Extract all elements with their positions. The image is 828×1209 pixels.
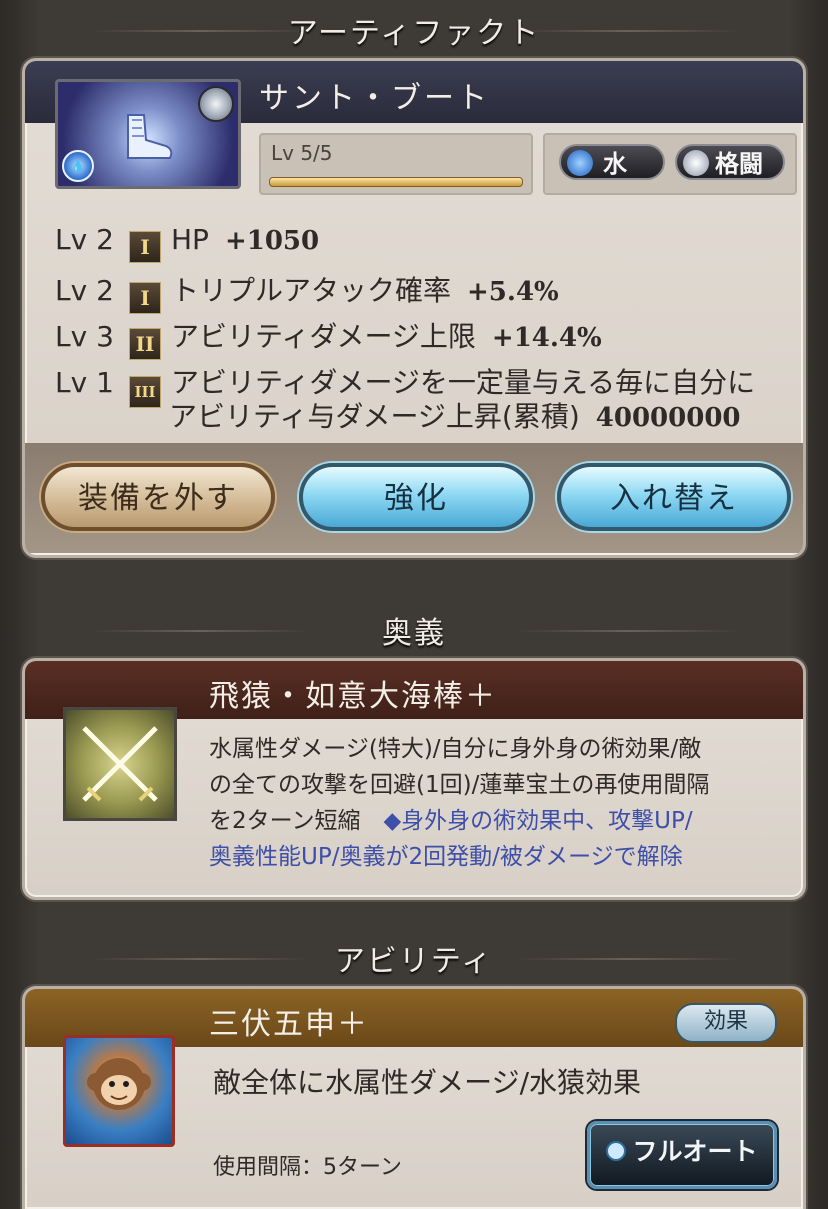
ability-cooldown: 使用間隔：5ターン xyxy=(213,1155,402,1180)
ability-name: 三伏五申＋ xyxy=(209,1007,369,1042)
boot-icon xyxy=(127,114,173,159)
fist-weapon-icon xyxy=(683,150,709,176)
section-title-ability: アビリティ xyxy=(0,936,828,980)
artifact-thumbnail[interactable]: 💧 xyxy=(55,79,241,189)
rank-badge: II xyxy=(129,328,161,360)
crossed-swords-svg xyxy=(82,726,158,802)
effect-button[interactable]: 効果 xyxy=(675,1003,777,1043)
water-element-icon xyxy=(567,150,593,176)
section-title-artifact: アーティファクト xyxy=(0,8,828,52)
ougi-panel: 飛猿・如意大海棒＋ 水属性ダメージ(特大)/自分に身外身の術効果/敵 の全ての攻… xyxy=(22,658,806,900)
stat-level: Lv 1 xyxy=(55,366,114,399)
level-box: Lv 5/5 xyxy=(259,133,533,195)
ougi-desc-text: を2ターン短縮 xyxy=(209,808,361,834)
fist-weapon-icon xyxy=(198,86,234,122)
toggle-dot-icon xyxy=(606,1141,627,1161)
ougi-note: ◆身外身の術効果中、攻撃UP/ xyxy=(383,808,693,834)
rank-badge: III xyxy=(129,376,161,408)
artifact-name: サント・ブート xyxy=(259,81,490,116)
artifact-panel: サント・ブート 💧 Lv 5/5 水 格闘 Lv 2 I HP +1050 Lv 2 I… xyxy=(22,58,806,558)
stat-row: Lv 3 II アビリティダメージ上限 +14.4% xyxy=(55,315,602,360)
ougi-note-line: 奥義性能UP/奥義が2回発動/被ダメージで解除 xyxy=(209,844,683,870)
stat-row: Lv 2 I HP +1050 xyxy=(55,223,319,263)
rank-badge: I xyxy=(129,282,161,314)
stat-label: アビリティダメージ上限 xyxy=(171,320,476,353)
swap-button[interactable]: 入れ替え xyxy=(557,463,791,531)
full-auto-button[interactable]: フルオート xyxy=(587,1121,777,1189)
ability-description: 敵全体に水属性ダメージ/水猿効果 xyxy=(213,1066,642,1099)
stat-level: Lv 3 xyxy=(55,320,114,353)
section-title-ougi: 奥義 xyxy=(0,608,828,652)
stat-value: 40000000 xyxy=(595,403,741,433)
stat-row: Lv 2 I トリプルアタック確率 +5.4% xyxy=(55,269,559,314)
stat-label-line2: アビリティ与ダメージ上昇(累積) xyxy=(169,400,580,433)
ougi-description: 水属性ダメージ(特大)/自分に身外身の術効果/敵 の全ての攻撃を回避(1回)/蓮… xyxy=(209,731,789,875)
ougi-name: 飛猿・如意大海棒＋ xyxy=(209,679,497,714)
full-auto-label: フルオート xyxy=(632,1137,758,1166)
ougi-desc-line: 水属性ダメージ(特大)/自分に身外身の術効果/敵 xyxy=(209,736,702,762)
element-tag-label: 水 xyxy=(603,150,627,178)
monkey-ability-icon[interactable] xyxy=(63,1035,175,1147)
unequip-button[interactable]: 装備を外す xyxy=(41,463,275,531)
stat-label: HP xyxy=(171,223,209,256)
monkey-icon xyxy=(87,1058,151,1110)
crossed-swords-icon xyxy=(63,707,177,821)
ougi-desc-line: を2ターン短縮 ◆身外身の術効果中、攻撃UP/ xyxy=(209,803,789,839)
artifact-level: Lv 5/5 xyxy=(271,141,333,165)
enhance-button[interactable]: 強化 xyxy=(299,463,533,531)
stat-level: Lv 2 xyxy=(55,274,114,307)
stat-value: +14.4% xyxy=(491,323,602,353)
stat-value: +1050 xyxy=(224,226,320,256)
ability-panel: 三伏五申＋ 効果 敵全体に水属性ダメージ/水猿効果 使用間隔：5ターン フルオー… xyxy=(22,986,806,1209)
tag-box: 水 格闘 xyxy=(543,133,797,195)
weapon-type-tag: 格闘 xyxy=(675,144,785,180)
stat-value: +5.4% xyxy=(467,277,559,307)
weapon-type-tag-label: 格闘 xyxy=(715,150,763,178)
stat-row-continued: アビリティ与ダメージ上昇(累積) 40000000 xyxy=(169,395,741,435)
rank-badge: I xyxy=(129,231,161,263)
level-progress-bar xyxy=(269,177,523,187)
ougi-desc-line: の全ての攻撃を回避(1回)/蓮華宝土の再使用間隔 xyxy=(209,772,710,798)
stat-label: トリプルアタック確率 xyxy=(171,274,452,307)
element-tag: 水 xyxy=(559,144,665,180)
water-element-icon: 💧 xyxy=(62,150,94,182)
stat-level: Lv 2 xyxy=(55,223,114,256)
button-strip: 装備を外す 強化 入れ替え xyxy=(25,443,803,553)
